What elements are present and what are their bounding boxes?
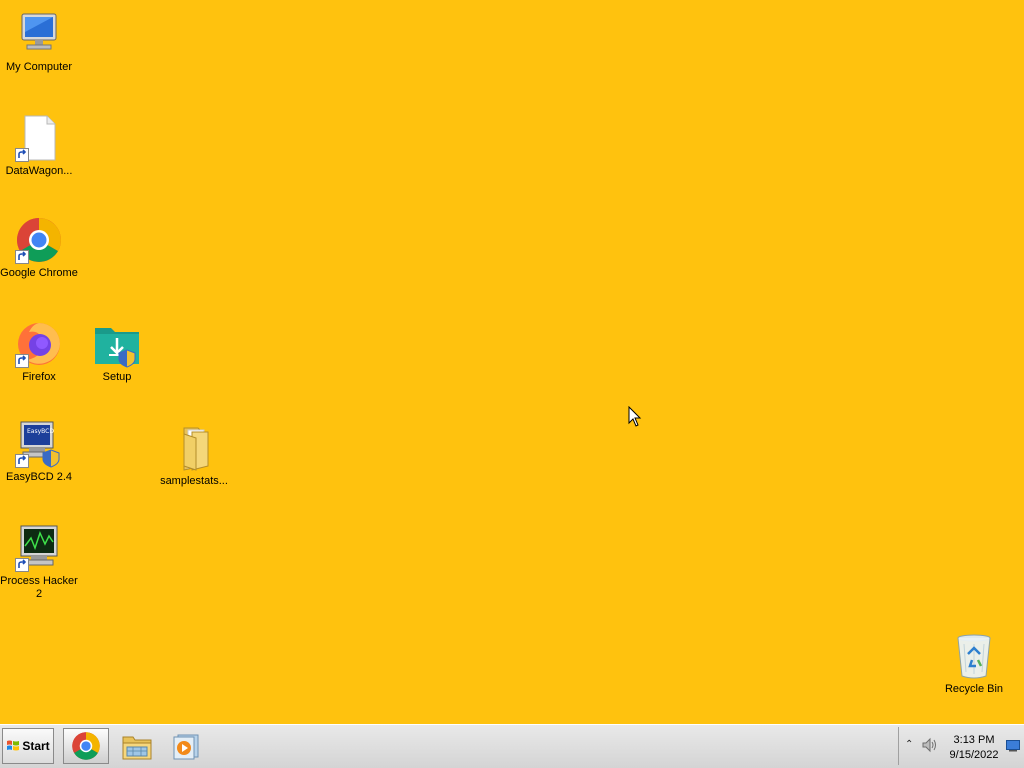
desktop-icon-label: My Computer [5, 61, 73, 73]
desktop-icon-label: Google Chrome [0, 267, 78, 279]
shortcut-arrow-icon [15, 558, 29, 572]
start-button[interactable]: Start [2, 728, 54, 764]
desktop-icon-label: DataWagon... [5, 165, 73, 177]
desktop-icon-firefox[interactable]: Firefox [0, 320, 78, 384]
explorer-icon [122, 736, 152, 760]
system-tray: ⌃ 3:13 PM 9/15/2022 [898, 727, 1024, 765]
start-label: Start [22, 739, 50, 753]
document-shortcut-icon [15, 114, 63, 162]
desktop-icon-label: EasyBCD 2.4 [5, 471, 73, 483]
clock[interactable]: 3:13 PM 9/15/2022 [945, 733, 1003, 763]
desktop-icon-datawagon[interactable]: DataWagon... [0, 114, 78, 178]
desktop-icon-google-chrome[interactable]: Google Chrome [0, 216, 78, 280]
desktop-icon-easybcd[interactable]: EasyBCD EasyBCD 2.4 [0, 420, 78, 484]
shortcut-arrow-icon [15, 250, 29, 264]
desktop-icon-my-computer[interactable]: My Computer [0, 10, 78, 74]
firefox-icon [15, 320, 63, 368]
shortcut-arrow-icon [15, 148, 29, 162]
easybcd-icon: EasyBCD [15, 420, 63, 468]
shortcut-arrow-icon [15, 354, 29, 368]
taskbar-chrome-button[interactable] [63, 728, 109, 764]
chrome-icon [72, 732, 100, 760]
shortcut-arrow-icon [15, 454, 29, 468]
svg-text:EasyBCD: EasyBCD [27, 428, 54, 435]
media-player-icon [173, 734, 199, 760]
desktop-icon-samplestats[interactable]: samplestats... [155, 424, 233, 488]
mouse-cursor-icon [628, 406, 642, 427]
clock-time: 3:13 PM [953, 734, 995, 746]
desktop-icon-label: Recycle Bin [944, 683, 1004, 695]
setup-folder-icon [93, 320, 141, 368]
taskbar: Start ⌃ 3:13 PM 9/15/2022 [0, 724, 1024, 768]
taskbar-media-player-button[interactable] [162, 728, 208, 764]
computer-icon [15, 10, 63, 58]
desktop-icon-recycle-bin[interactable]: Recycle Bin [935, 632, 1013, 696]
desktop: My Computer DataWagon... Google Chrome F… [0, 0, 1024, 724]
desktop-icon-label: Process Hacker 2 [0, 575, 78, 600]
show-hidden-icons-button[interactable]: ⌃ [905, 739, 913, 750]
desktop-icon-process-hacker[interactable]: Process Hacker 2 [0, 524, 78, 601]
windows-logo-icon [7, 740, 20, 751]
action-center-icon[interactable] [1006, 740, 1020, 752]
taskbar-explorer-button[interactable] [114, 728, 160, 764]
desktop-icon-label: Firefox [22, 371, 56, 383]
folder-icon [170, 424, 218, 472]
desktop-icon-setup[interactable]: Setup [78, 320, 156, 384]
chrome-icon [15, 216, 63, 264]
desktop-icon-label: samplestats... [160, 475, 228, 487]
desktop-icon-label: Setup [102, 371, 132, 383]
clock-date: 9/15/2022 [949, 749, 999, 761]
recycle-bin-icon [950, 632, 998, 680]
volume-icon[interactable] [921, 736, 939, 754]
process-hacker-icon [15, 524, 63, 572]
